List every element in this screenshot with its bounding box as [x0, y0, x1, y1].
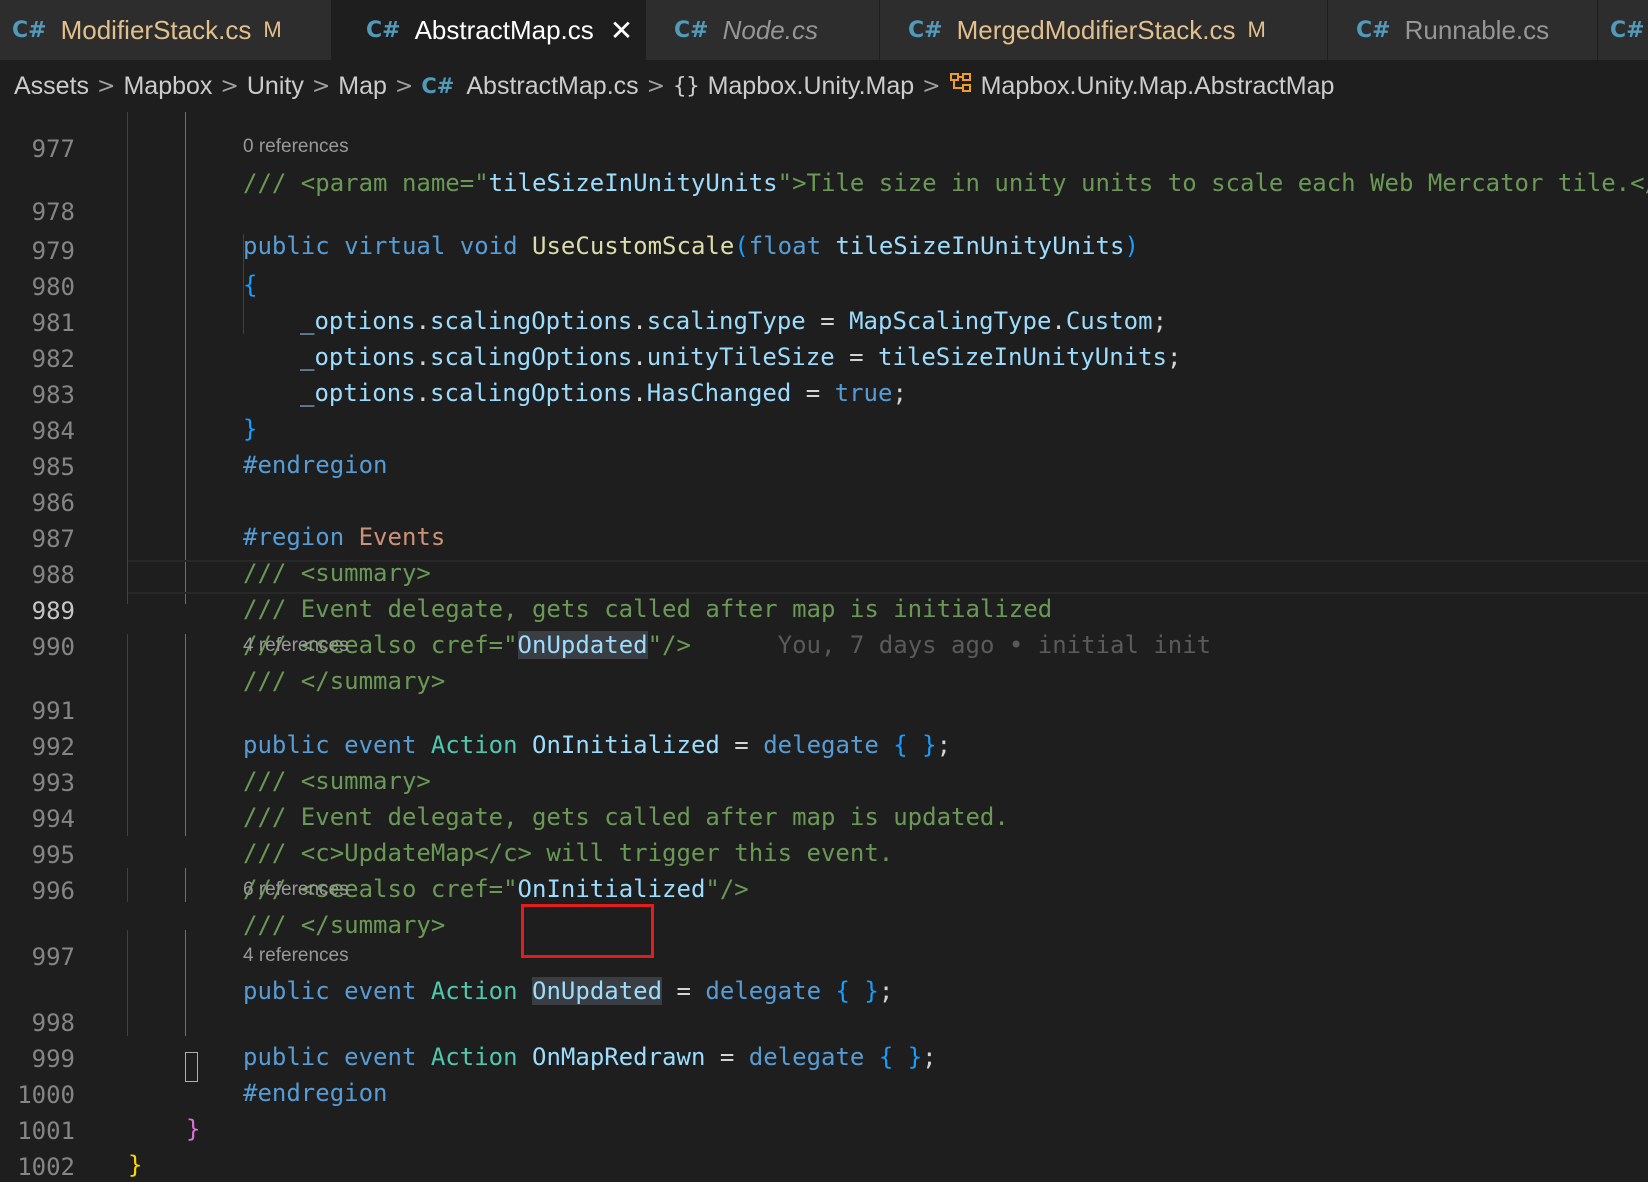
code-token: }: [128, 1151, 143, 1179]
code-token-highlighted: OnUpdated: [517, 631, 648, 659]
code-line: 988 /// Event delegate, gets called afte…: [0, 524, 1648, 623]
line-number: 997: [31, 943, 75, 971]
code-lens-references[interactable]: 4 references: [243, 943, 349, 969]
breadcrumb-namespace[interactable]: {} Mapbox.Unity.Map: [673, 72, 914, 101]
tab-mergedmodifierstack[interactable]: C# MergedModifierStack.cs M: [880, 0, 1328, 60]
code-line-current: 989 /// <seealso cref="OnUpdated"/> You,…: [0, 560, 1648, 659]
editor-tab-bar: C# ModifierStack.cs M C# AbstractMap.cs …: [0, 0, 1648, 60]
breadcrumb-unity[interactable]: Unity: [247, 72, 304, 101]
breadcrumb: Assets > Mapbox > Unity > Map > C# Abstr…: [0, 60, 1648, 112]
chevron-right-icon: >: [311, 73, 331, 99]
code-line: 994 /// <c>UpdateMap</c> will trigger th…: [0, 768, 1648, 867]
code-line: 993 /// Event delegate, gets called afte…: [0, 732, 1648, 831]
csharp-file-icon: C#: [421, 74, 455, 98]
csharp-file-icon: C#: [366, 17, 401, 43]
line-number: 1002: [17, 1153, 75, 1181]
tab-abstractmap[interactable]: C# AbstractMap.cs ✕: [332, 0, 646, 60]
code-line: 1002: [0, 1116, 1648, 1181]
breadcrumb-mapbox[interactable]: Mapbox: [123, 72, 212, 101]
code-line: 997 public event Action OnUpdated = dele…: [0, 906, 1648, 1005]
code-token: "/>: [647, 631, 691, 659]
tab-label: MergedModifierStack.cs: [956, 14, 1236, 45]
bracket-match-highlight: [185, 1052, 198, 1082]
code-line: 981 _options.scalingOptions.unityTileSiz…: [0, 272, 1648, 371]
chevron-right-icon: >: [394, 73, 414, 99]
code-line: 982 _options.scalingOptions.HasChanged =…: [0, 308, 1648, 407]
code-line: 984 #endregion: [0, 380, 1648, 479]
class-icon: [949, 72, 973, 100]
chevron-right-icon: >: [97, 73, 116, 99]
code-line: 996 /// </summary>: [0, 840, 1648, 939]
breadcrumb-class[interactable]: Mapbox.Unity.Map.AbstractMap: [949, 71, 1335, 101]
chevron-right-icon: >: [220, 73, 239, 99]
breadcrumb-file-label: AbstractMap.cs: [466, 71, 639, 100]
code-line: 977 /// <param name="tileSizeInUnityUnit…: [0, 112, 1648, 197]
code-line: 990 /// </summary>: [0, 596, 1648, 695]
code-line: 991 public event Action OnInitialized = …: [0, 660, 1648, 759]
code-line: 998 public event Action OnMapRedrawn = d…: [0, 972, 1648, 1071]
code-line: 985: [0, 416, 1648, 481]
code-line: 986 #region Events: [0, 452, 1648, 551]
csharp-file-icon: C#: [1356, 17, 1391, 43]
git-blame-text: You, 7 days ago • initial init: [777, 631, 1212, 659]
line-number: 996: [31, 877, 75, 905]
modified-badge: M: [263, 17, 282, 42]
breadcrumb-class-label: Mapbox.Unity.Map.AbstractMap: [980, 71, 1335, 100]
git-blame-annotation: You, 7 days ago • initial init: [691, 631, 1211, 659]
code-lens-references[interactable]: 4 references: [243, 633, 349, 659]
modified-badge: M: [1247, 17, 1266, 42]
csharp-file-icon: C#: [674, 17, 709, 43]
tab-runnable[interactable]: C# Runnable.cs: [1328, 0, 1598, 60]
code-line: 978 public virtual void UseCustomScale(f…: [0, 161, 1648, 260]
breadcrumb-file[interactable]: C# AbstractMap.cs: [421, 72, 638, 101]
breadcrumb-namespace-label: Mapbox.Unity.Map: [707, 71, 915, 100]
line-number: 990: [31, 633, 75, 661]
breadcrumb-map[interactable]: Map: [338, 72, 387, 101]
tab-label: Node.cs: [722, 14, 818, 45]
code-token: OnInitialized: [517, 875, 706, 903]
code-line: 1001 }: [0, 1080, 1648, 1179]
code-line: 980 _options.scalingOptions.scalingType …: [0, 236, 1648, 335]
code-lens-references[interactable]: 6 references: [243, 877, 349, 903]
csharp-file-icon: C#: [908, 17, 943, 43]
chevron-right-icon: >: [922, 73, 941, 99]
tab-modifierstack[interactable]: C# ModifierStack.cs M: [0, 0, 332, 60]
code-line: 979 {: [0, 200, 1648, 299]
code-line: 999 #endregion: [0, 1008, 1648, 1107]
code-lens-references[interactable]: 0 references: [243, 134, 349, 160]
code-line: 987 /// <summary>: [0, 488, 1648, 587]
code-token: "/>: [705, 875, 749, 903]
tab-label: ModifierStack.cs: [60, 14, 252, 45]
tab-node[interactable]: C# Node.cs: [646, 0, 880, 60]
annotation-highlight-box: [521, 904, 654, 958]
code-editor[interactable]: 977 /// <param name="tileSizeInUnityUnit…: [0, 112, 1648, 1182]
namespace-icon: {}: [673, 73, 700, 99]
chevron-right-icon: >: [646, 73, 666, 99]
code-line: 983 }: [0, 344, 1648, 443]
csharp-file-icon: C#: [1610, 17, 1645, 43]
csharp-file-icon: C#: [12, 17, 47, 43]
tab-label: AbstractMap.cs: [414, 14, 594, 45]
close-icon[interactable]: ✕: [610, 14, 633, 47]
breadcrumb-assets[interactable]: Assets: [14, 72, 89, 101]
code-line: 995 /// <seealso cref="OnInitialized"/>: [0, 804, 1648, 903]
tab-label: Runnable.cs: [1404, 14, 1550, 45]
tab-overflow[interactable]: C#: [1598, 0, 1648, 60]
code-line: 992 /// <summary>: [0, 696, 1648, 795]
code-line: 1000 }: [0, 1044, 1648, 1143]
